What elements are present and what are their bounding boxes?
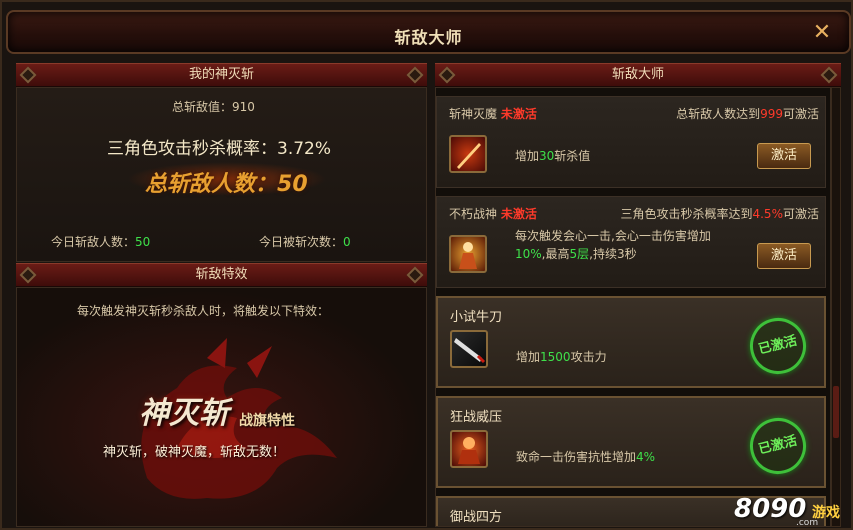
window-title: 斩敌大师 bbox=[394, 28, 463, 47]
art-title: 神灭斩 bbox=[139, 396, 229, 431]
today-kills: 50 bbox=[135, 235, 151, 249]
card-name: 小试牛刀 bbox=[450, 310, 503, 325]
desc-prefix: 增加 bbox=[516, 350, 541, 364]
card-desc-line1: 每次触发会心一击,会心一击伤害增加 bbox=[515, 229, 711, 243]
list-item: 斩神灭魔 未激活 总斩敌人数达到999可激活 增加30斩杀值 激活 bbox=[436, 96, 826, 188]
card-title-row: 斩神灭魔 未激活 bbox=[449, 105, 537, 122]
cond-suffix: 可激活 bbox=[782, 107, 819, 121]
cond-suffix: 可激活 bbox=[782, 207, 819, 221]
close-icon[interactable]: ✕ bbox=[809, 20, 835, 46]
list-item: 小试牛刀 增加1500攻击力 已激活 bbox=[436, 296, 826, 388]
activate-button[interactable]: 激活 bbox=[757, 243, 811, 269]
today-kills-label: 今日斩敌人数： bbox=[51, 235, 136, 249]
ornament-icon bbox=[820, 66, 838, 84]
cond-prefix: 三角色攻击秒杀概率达到 bbox=[620, 207, 753, 221]
activated-stamp: 已激活 bbox=[744, 312, 812, 380]
effects-quote: 神灭斩，破神灭魔，斩敌无数！ bbox=[103, 445, 286, 460]
berserker-icon bbox=[450, 430, 488, 468]
effects-desc: 每次触发神灭斩秒杀敌人时，将触发以下特效： bbox=[77, 304, 330, 318]
card-desc: 致命一击伤害抗性增加4% bbox=[516, 448, 655, 465]
card-condition: 总斩敌人数达到999可激活 bbox=[676, 105, 819, 122]
total-value-row: 总斩敌值：910 bbox=[172, 98, 255, 115]
kill-rate-row: 三角色攻击秒杀概率：3.72% bbox=[107, 134, 331, 159]
master-list: 斩神灭魔 未激活 总斩敌人数达到999可激活 增加30斩杀值 激活 不朽战神 未… bbox=[435, 87, 831, 527]
today-killed-row: 今日被斩次数：0 bbox=[259, 233, 351, 250]
desc-value: 4% bbox=[636, 450, 656, 464]
card-status: 未激活 bbox=[500, 107, 537, 121]
desc-prefix: 增加 bbox=[515, 149, 540, 163]
total-value: 910 bbox=[232, 100, 255, 114]
total-kills-label: 总斩敌人数： bbox=[145, 172, 278, 197]
desc-value: 5层 bbox=[569, 247, 590, 261]
master-header: 斩敌大师 bbox=[435, 63, 841, 87]
desc-mid: ,最高 bbox=[541, 247, 570, 261]
ornament-icon bbox=[406, 66, 424, 84]
my-panel-header: 我的神灭斩 bbox=[16, 63, 427, 87]
list-item: 狂战威压 致命一击伤害抗性增加4% 已激活 bbox=[436, 396, 826, 488]
master-title: 斩敌大师 bbox=[611, 67, 664, 82]
cond-value: 999 bbox=[760, 107, 783, 121]
ornament-icon bbox=[406, 266, 424, 284]
today-killed: 0 bbox=[343, 235, 351, 249]
card-title-row: 不朽战神 未激活 bbox=[449, 205, 537, 222]
activated-stamp: 已激活 bbox=[744, 412, 812, 480]
desc-value: 30 bbox=[539, 149, 555, 163]
blade-icon bbox=[450, 330, 488, 368]
title-bar: 斩敌大师 ✕ bbox=[6, 10, 851, 54]
desc-end: ,持续3秒 bbox=[589, 247, 637, 261]
desc-value: 1500 bbox=[540, 350, 571, 364]
effects-panel: 每次触发神灭斩秒杀敌人时，将触发以下特效： 神灭斩 战旗特性 神灭斩，破神灭魔，… bbox=[16, 287, 427, 527]
kill-rate: 3.72% bbox=[277, 139, 332, 159]
art-subtitle: 战旗特性 bbox=[239, 413, 295, 429]
card-name: 御战四方 bbox=[450, 510, 503, 525]
desc-suffix: 斩杀值 bbox=[554, 149, 591, 163]
total-kills-row: 总斩敌人数：50 bbox=[145, 166, 308, 198]
today-killed-label: 今日被斩次数： bbox=[259, 235, 344, 249]
effects-title: 斩敌特效 bbox=[195, 267, 248, 282]
card-status: 未激活 bbox=[500, 207, 537, 221]
scrollbar[interactable] bbox=[831, 87, 841, 527]
my-stats-panel: 总斩敌值：910 三角色攻击秒杀概率：3.72% 总斩敌人数：50 今日斩敌人数… bbox=[16, 87, 427, 262]
kill-rate-label: 三角色攻击秒杀概率： bbox=[107, 139, 277, 159]
desc-suffix: 攻击力 bbox=[570, 350, 607, 364]
card-name: 不朽战神 bbox=[449, 207, 498, 221]
total-kills: 50 bbox=[277, 172, 308, 197]
total-value-label: 总斩敌值： bbox=[172, 100, 233, 114]
today-kills-row: 今日斩敌人数：50 bbox=[51, 233, 150, 250]
cond-prefix: 总斩敌人数达到 bbox=[676, 107, 761, 121]
activate-button[interactable]: 激活 bbox=[757, 143, 811, 169]
desc-prefix: 致命一击伤害抗性增加 bbox=[516, 450, 637, 464]
card-desc: 增加1500攻击力 bbox=[516, 348, 607, 365]
warrior-icon bbox=[449, 235, 487, 273]
sword-icon bbox=[449, 135, 487, 173]
cond-value: 4.5% bbox=[752, 207, 783, 221]
scrollbar-thumb[interactable] bbox=[833, 386, 839, 438]
card-name: 狂战威压 bbox=[450, 410, 503, 425]
ornament-icon bbox=[19, 66, 37, 84]
window-frame: 斩敌大师 ✕ 我的神灭斩 总斩敌值：910 三角色攻击秒杀概率：3.72% 总斩… bbox=[0, 0, 853, 530]
card-condition: 三角色攻击秒杀概率达到4.5%可激活 bbox=[620, 205, 819, 222]
my-panel-title: 我的神灭斩 bbox=[188, 67, 254, 82]
watermark-logo: 8090 游戏 .com bbox=[734, 492, 852, 528]
ornament-icon bbox=[438, 66, 456, 84]
watermark-domain: .com bbox=[796, 518, 819, 528]
desc-value: 10% bbox=[515, 247, 542, 261]
list-item: 不朽战神 未激活 三角色攻击秒杀概率达到4.5%可激活 每次触发会心一击,会心一… bbox=[436, 196, 826, 288]
card-desc-line2: 10%,最高5层,持续3秒 bbox=[515, 245, 637, 262]
effects-header: 斩敌特效 bbox=[16, 263, 427, 287]
card-desc: 增加30斩杀值 bbox=[515, 147, 590, 164]
card-name: 斩神灭魔 bbox=[449, 107, 498, 121]
ornament-icon bbox=[19, 266, 37, 284]
